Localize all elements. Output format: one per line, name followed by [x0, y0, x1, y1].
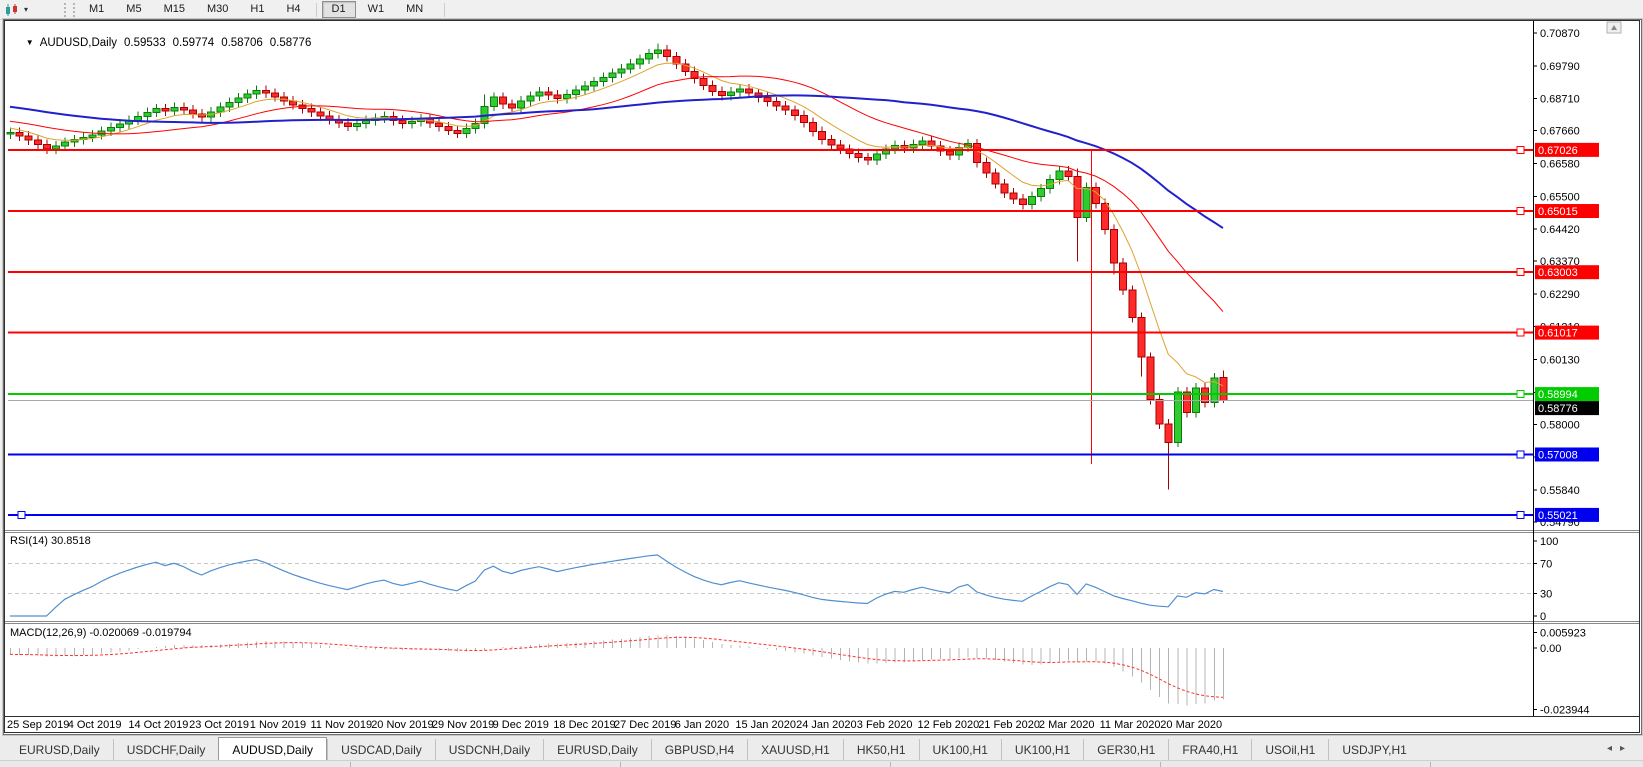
- svg-text:27 Dec 2019: 27 Dec 2019: [614, 719, 676, 731]
- ohlc-open: 0.59533: [124, 37, 166, 49]
- svg-text:9 Dec 2019: 9 Dec 2019: [493, 719, 549, 731]
- hline-handle[interactable]: [1517, 329, 1524, 336]
- chart-menu-caret[interactable]: ▼: [26, 38, 34, 47]
- axis-scroll-button[interactable]: [1607, 22, 1621, 33]
- svg-text:0.67660: 0.67660: [1540, 126, 1580, 138]
- hline-handle[interactable]: [1517, 391, 1524, 398]
- svg-text:24 Jan 2020: 24 Jan 2020: [796, 719, 857, 731]
- svg-text:0.005923: 0.005923: [1540, 628, 1586, 640]
- svg-text:4 Oct 2019: 4 Oct 2019: [68, 719, 122, 731]
- ohlc-low: 0.58706: [221, 37, 263, 49]
- hline-handle[interactable]: [1517, 269, 1524, 276]
- svg-text:0.58994: 0.58994: [1538, 389, 1578, 401]
- svg-text:0.60130: 0.60130: [1540, 355, 1580, 367]
- svg-text:0.58776: 0.58776: [1538, 403, 1578, 415]
- svg-text:20 Mar 2020: 20 Mar 2020: [1160, 719, 1222, 731]
- svg-text:0.63003: 0.63003: [1538, 267, 1578, 279]
- rsi-label: RSI(14) 30.8518: [10, 535, 91, 547]
- svg-text:0.62290: 0.62290: [1540, 289, 1580, 301]
- svg-text:-0.023944: -0.023944: [1540, 705, 1590, 717]
- chart-title: ▼ AUDUSD,Daily 0.59533 0.59774 0.58706 0.5877…: [13, 25, 311, 61]
- svg-text:3 Feb 2020: 3 Feb 2020: [857, 719, 913, 731]
- svg-text:25 Sep 2019: 25 Sep 2019: [7, 719, 69, 731]
- svg-text:0.57008: 0.57008: [1538, 449, 1578, 461]
- svg-text:0.55840: 0.55840: [1540, 485, 1580, 497]
- svg-text:2 Mar 2020: 2 Mar 2020: [1039, 719, 1095, 731]
- svg-text:0.61017: 0.61017: [1538, 328, 1578, 340]
- svg-text:0.64420: 0.64420: [1540, 224, 1580, 236]
- mt4-window: ▾ M1M5M15M30H1H4D1W1MN 0.708700.697900.6…: [0, 0, 1643, 767]
- chart-canvas: 0.70870 0.69790 0.68710 0.67660 0.66580 0.655…: [0, 0, 1643, 767]
- svg-text:20 Nov 2019: 20 Nov 2019: [371, 719, 433, 731]
- svg-text:30: 30: [1540, 589, 1552, 601]
- svg-text:0.55021: 0.55021: [1538, 510, 1578, 522]
- hline-handle[interactable]: [18, 511, 25, 518]
- date-axis: 25 Sep 20194 Oct 2019 14 Oct 201923 Oct 2…: [7, 719, 1222, 731]
- svg-text:0: 0: [1540, 611, 1546, 623]
- svg-text:100: 100: [1540, 536, 1558, 548]
- svg-text:0.68710: 0.68710: [1540, 94, 1580, 106]
- hline-handle[interactable]: [1517, 511, 1524, 518]
- svg-text:0.67026: 0.67026: [1538, 145, 1578, 157]
- svg-text:15 Jan 2020: 15 Jan 2020: [735, 719, 796, 731]
- hline-handle[interactable]: [1517, 146, 1524, 153]
- svg-text:11 Nov 2019: 11 Nov 2019: [311, 719, 373, 731]
- hline-handle[interactable]: [1517, 451, 1524, 458]
- hline-handle[interactable]: [1517, 208, 1524, 215]
- svg-text:70: 70: [1540, 559, 1552, 571]
- ohlc-close: 0.58776: [270, 37, 312, 49]
- svg-text:18 Dec 2019: 18 Dec 2019: [553, 719, 615, 731]
- svg-text:12 Feb 2020: 12 Feb 2020: [918, 719, 980, 731]
- ohlc-high: 0.59774: [173, 37, 215, 49]
- svg-text:29 Nov 2019: 29 Nov 2019: [432, 719, 494, 731]
- svg-text:0.00: 0.00: [1540, 643, 1561, 655]
- svg-text:1 Nov 2019: 1 Nov 2019: [250, 719, 306, 731]
- svg-text:0.69790: 0.69790: [1540, 61, 1580, 73]
- svg-text:0.65015: 0.65015: [1538, 206, 1578, 218]
- chart-symbol-label: AUDUSD,Daily: [40, 37, 117, 49]
- svg-text:21 Feb 2020: 21 Feb 2020: [978, 719, 1040, 731]
- macd-label: MACD(12,26,9) -0.020069 -0.019794: [10, 627, 192, 639]
- svg-text:14 Oct 2019: 14 Oct 2019: [128, 719, 188, 731]
- svg-text:0.58000: 0.58000: [1540, 419, 1580, 431]
- svg-text:0.70870: 0.70870: [1540, 28, 1580, 40]
- svg-text:6 Jan 2020: 6 Jan 2020: [675, 719, 729, 731]
- svg-text:11 Mar 2020: 11 Mar 2020: [1100, 719, 1161, 731]
- svg-text:0.65500: 0.65500: [1540, 191, 1580, 203]
- svg-text:0.66580: 0.66580: [1540, 158, 1580, 170]
- svg-text:23 Oct 2019: 23 Oct 2019: [189, 719, 249, 731]
